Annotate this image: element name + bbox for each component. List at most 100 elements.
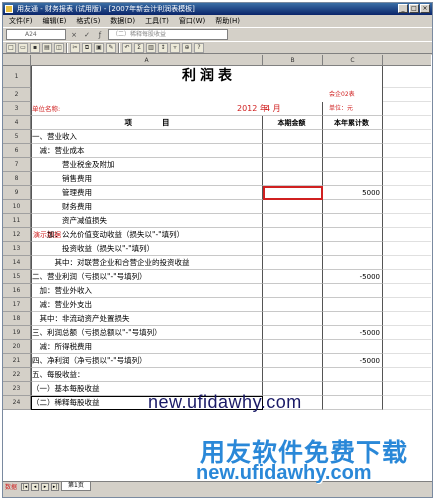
menu-tools[interactable]: 工具(T) [142, 16, 172, 26]
row-header[interactable]: 10 [3, 200, 31, 214]
current-amount[interactable] [263, 172, 323, 186]
sheet-row-10[interactable]: 10 财务费用 [3, 200, 431, 214]
row-header[interactable]: 5 [3, 130, 31, 144]
sheet-row-21[interactable]: 21 四、净利润（净亏损以"-"号填列） -5000 [3, 354, 431, 368]
formula-input[interactable]: （二）稀释每股收益 [108, 29, 228, 40]
current-amount[interactable] [263, 158, 323, 172]
cell-a3[interactable]: 单位名称: 2012 年 [31, 102, 268, 116]
cancel-icon[interactable]: × [69, 31, 79, 39]
blank-cell[interactable] [383, 270, 431, 284]
save-icon[interactable]: ▪ [30, 42, 40, 53]
first-sheet-icon[interactable]: |◂ [21, 482, 30, 491]
sheet-row-5[interactable]: 5 一、营业收入 [3, 130, 431, 144]
column-header-c[interactable]: C [323, 55, 383, 65]
ytd-amount[interactable] [323, 396, 383, 410]
cell-c3[interactable]: 单位：元 [323, 102, 383, 116]
open-icon[interactable]: ▭ [18, 42, 28, 53]
minimize-button[interactable]: _ [398, 4, 408, 13]
paste-icon[interactable]: ▣ [94, 42, 104, 53]
ytd-amount[interactable] [323, 312, 383, 326]
sheet-row-6[interactable]: 6 减：营业成本 [3, 144, 431, 158]
current-amount[interactable] [263, 368, 323, 382]
print-icon[interactable]: ▤ [42, 42, 52, 53]
row-header[interactable]: 2 [3, 88, 31, 102]
blank-cell[interactable] [383, 326, 431, 340]
row-header[interactable]: 23 [3, 382, 31, 396]
maximize-button[interactable]: □ [409, 4, 419, 13]
item-label[interactable]: 加：营业外收入 [31, 284, 263, 298]
ytd-amount[interactable] [323, 158, 383, 172]
ytd-amount[interactable] [323, 242, 383, 256]
format-icon[interactable]: ✎ [106, 42, 116, 53]
menu-format[interactable]: 格式(S) [73, 16, 103, 26]
item-label[interactable]: 资产减值损失 [31, 214, 263, 228]
column-title-item[interactable]: 项 目 [31, 116, 263, 130]
ytd-amount[interactable] [323, 200, 383, 214]
blank-cell[interactable] [383, 200, 431, 214]
ytd-amount[interactable] [323, 368, 383, 382]
selected-cell[interactable] [263, 186, 323, 200]
cell-c2[interactable]: 会企02表 [323, 88, 383, 102]
current-amount[interactable] [263, 214, 323, 228]
item-label[interactable]: 演示数据 加：公允价值变动收益（损失以"-"填列） [31, 228, 263, 242]
item-label[interactable]: 三、利润总额（亏损总额以"-"号填列） [31, 326, 263, 340]
row-header[interactable]: 22 [3, 368, 31, 382]
ytd-amount[interactable] [323, 144, 383, 158]
item-label[interactable]: 一、营业收入 [31, 130, 263, 144]
cell-d3[interactable] [383, 102, 431, 116]
zoom-icon[interactable]: ⊕ [182, 42, 192, 53]
ytd-amount[interactable] [323, 298, 383, 312]
copy-icon[interactable]: ⧉ [82, 42, 92, 53]
cell-d2[interactable] [383, 88, 431, 102]
item-label[interactable]: 投资收益（损失以"-"填列） [31, 242, 263, 256]
cell-c1[interactable] [323, 66, 383, 88]
current-amount[interactable] [263, 326, 323, 340]
row-header[interactable]: 13 [3, 242, 31, 256]
blank-cell[interactable] [383, 256, 431, 270]
blank-cell[interactable] [383, 298, 431, 312]
sheet-row-1[interactable]: 1 利润表 [3, 66, 431, 88]
column-header-b[interactable]: B [263, 55, 323, 65]
cell-a1[interactable]: 利润表 [31, 66, 263, 88]
row-header[interactable]: 19 [3, 326, 31, 340]
cut-icon[interactable]: ✂ [70, 42, 80, 53]
ytd-amount[interactable] [323, 130, 383, 144]
cell-b2[interactable] [263, 88, 323, 102]
blank-cell[interactable] [383, 368, 431, 382]
item-label[interactable]: 四、净利润（净亏损以"-"号填列） [31, 354, 263, 368]
current-amount[interactable] [263, 256, 323, 270]
sheet-row-11[interactable]: 11 资产减值损失 [3, 214, 431, 228]
cell-b3[interactable]: 4 月 [263, 102, 323, 116]
cell-b1[interactable] [263, 66, 323, 88]
ytd-amount[interactable] [323, 284, 383, 298]
menu-file[interactable]: 文件(F) [6, 16, 36, 26]
next-sheet-icon[interactable]: ▸ [41, 482, 50, 491]
menu-window[interactable]: 窗口(W) [176, 16, 208, 26]
current-amount[interactable] [263, 298, 323, 312]
sheet-row-17[interactable]: 17 减：营业外支出 [3, 298, 431, 312]
item-label[interactable]: 二、营业利润（亏损以"-"号填列） [31, 270, 263, 284]
cell-d4[interactable] [383, 116, 431, 130]
row-header[interactable]: 16 [3, 284, 31, 298]
current-amount[interactable] [263, 144, 323, 158]
row-header[interactable]: 18 [3, 312, 31, 326]
ytd-amount[interactable]: -5000 [323, 354, 383, 368]
ytd-amount[interactable]: -5000 [323, 326, 383, 340]
sheet-row-16[interactable]: 16 加：营业外收入 [3, 284, 431, 298]
blank-cell[interactable] [383, 312, 431, 326]
item-label[interactable]: 销售费用 [31, 172, 263, 186]
blank-cell[interactable] [383, 354, 431, 368]
close-button[interactable]: × [420, 4, 430, 13]
current-amount[interactable] [263, 130, 323, 144]
sheet-row-7[interactable]: 7 营业税金及附加 [3, 158, 431, 172]
blank-cell[interactable] [383, 284, 431, 298]
sheet-row-15[interactable]: 15 二、营业利润（亏损以"-"号填列） -5000 [3, 270, 431, 284]
sheet-tab-page1[interactable]: 第1页 [61, 482, 91, 491]
item-label[interactable]: 减：营业成本 [31, 144, 263, 158]
ytd-amount[interactable] [323, 228, 383, 242]
sheet-row-22[interactable]: 22 五、每股收益： [3, 368, 431, 382]
menu-data[interactable]: 数据(D) [107, 16, 138, 26]
blank-cell[interactable] [383, 396, 431, 410]
item-label[interactable]: 管理费用 [31, 186, 263, 200]
row-header[interactable]: 21 [3, 354, 31, 368]
